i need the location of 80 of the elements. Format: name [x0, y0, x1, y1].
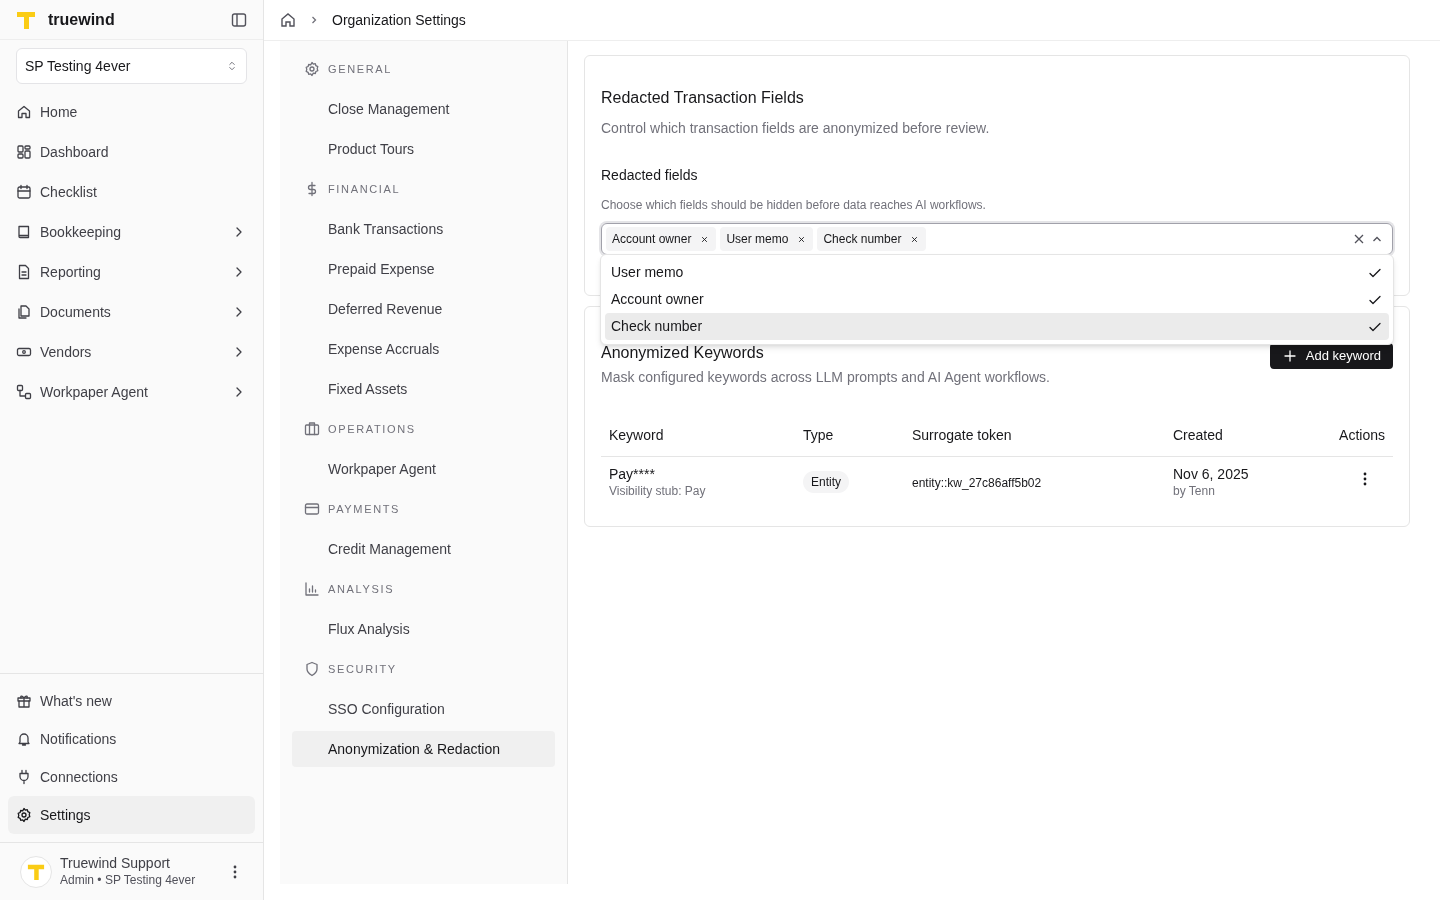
section-heading: ANALYSIS — [328, 581, 395, 597]
keyword-subtext: Visibility stub: Pay — [609, 483, 707, 499]
settings-nav-item[interactable]: Credit Management — [292, 531, 555, 567]
section-heading: FINANCIAL — [328, 181, 401, 197]
settings-nav-item[interactable]: Product Tours — [292, 131, 555, 167]
section-heading: PAYMENTS — [328, 501, 401, 517]
settings-nav-item[interactable]: SSO Configuration — [292, 691, 555, 727]
nav-item[interactable]: Vendors — [8, 332, 255, 372]
multi-select-field[interactable]: Account owner User memo Check number — [601, 223, 1393, 255]
column-header: Surrogate token — [904, 416, 1165, 456]
nav-item[interactable]: Documents — [8, 292, 255, 332]
plug-icon — [16, 769, 32, 785]
nav-item[interactable]: Settings — [8, 796, 255, 834]
settings-nav-item[interactable]: Workpaper Agent — [292, 451, 555, 487]
section-heading: OPERATIONS — [328, 421, 416, 437]
token-text: entity::kw_27c86aff5b02 — [912, 475, 1042, 490]
card-description: Mask configured keywords across LLM prompts and AI Agent workflows. — [601, 368, 1050, 387]
settings-nav-item[interactable]: Deferred Revenue — [292, 291, 555, 327]
nav-item[interactable]: What's new — [8, 682, 255, 720]
column-header: Created — [1165, 416, 1305, 456]
settings-nav-item[interactable]: Anonymization & Redaction — [292, 731, 555, 767]
nav-item[interactable]: Workpaper Agent — [8, 372, 255, 412]
settings-icon — [304, 61, 320, 77]
settings-icon — [16, 807, 32, 823]
nav-item[interactable]: Checklist — [8, 172, 255, 212]
nav-item[interactable]: Dashboard — [8, 132, 255, 172]
shield-icon — [304, 661, 320, 677]
card-description: Control which transaction fields are anonymized before review. — [601, 119, 991, 138]
gift-icon — [16, 693, 32, 709]
clear-icon[interactable] — [1352, 232, 1366, 246]
created-date: Nov 6, 2025 — [1173, 466, 1250, 484]
brand-name: truewind — [48, 9, 115, 30]
user-avatar — [20, 855, 52, 888]
document-icon — [16, 264, 32, 280]
logo-icon — [16, 9, 36, 30]
calendar-icon — [16, 184, 32, 200]
workflow-icon — [16, 384, 32, 400]
chevron-up-down-icon — [226, 60, 238, 72]
settings-nav-item[interactable]: Bank Transactions — [292, 211, 555, 247]
nav-item[interactable]: Reporting — [8, 252, 255, 292]
column-header: Keyword — [601, 416, 795, 456]
settings-nav-item[interactable]: Fixed Assets — [292, 371, 555, 407]
book-icon — [16, 224, 32, 240]
user-name: Truewind Support — [60, 855, 171, 873]
tag: Account owner — [606, 227, 717, 251]
tag: User memo — [720, 227, 814, 251]
created-by: by Tenn — [1173, 483, 1216, 499]
documents-icon — [16, 304, 32, 320]
field-hint: Choose which fields should be hidden before data reaches AI workflows. — [601, 197, 987, 214]
keyword-text: Pay**** — [609, 466, 656, 484]
section-heading: GENERAL — [328, 61, 393, 77]
sidebar-toggle-icon[interactable] — [231, 11, 247, 28]
nav-item[interactable]: Notifications — [8, 720, 255, 758]
nav-item[interactable]: Connections — [8, 758, 255, 796]
column-header: Actions — [1305, 416, 1393, 456]
organization-selector[interactable]: SP Testing 4ever — [16, 48, 247, 84]
bar-chart-icon — [304, 581, 320, 597]
nav-item[interactable]: Home — [8, 92, 255, 132]
section-heading: SECURITY — [328, 661, 397, 677]
bell-icon — [16, 731, 32, 747]
breadcrumb-current: Organization Settings — [332, 10, 466, 30]
home-icon — [16, 104, 32, 120]
credit-card-icon — [304, 501, 320, 517]
home-icon[interactable] — [280, 12, 296, 28]
add-keyword-button[interactable]: Add keyword — [1269, 343, 1393, 369]
card-title: Anonymized Keywords — [601, 343, 765, 363]
briefcase-icon — [304, 421, 320, 437]
card-title: Redacted Transaction Fields — [601, 88, 805, 108]
field-label: Redacted fields — [601, 166, 699, 185]
settings-nav-item[interactable]: Expense Accruals — [292, 331, 555, 367]
settings-nav-item[interactable]: Flux Analysis — [292, 611, 555, 647]
dropdown-option[interactable]: Check number — [605, 313, 1389, 340]
nav-item[interactable]: Bookkeeping — [8, 212, 255, 252]
dashboard-icon — [16, 144, 32, 160]
tag: Check number — [817, 227, 927, 251]
column-header: Type — [795, 416, 904, 456]
settings-nav-item[interactable]: Close Management — [292, 91, 555, 127]
user-role: Admin • SP Testing 4ever — [60, 872, 196, 888]
type-badge: Entity — [803, 471, 849, 494]
settings-nav-item[interactable]: Prepaid Expense — [292, 251, 555, 287]
